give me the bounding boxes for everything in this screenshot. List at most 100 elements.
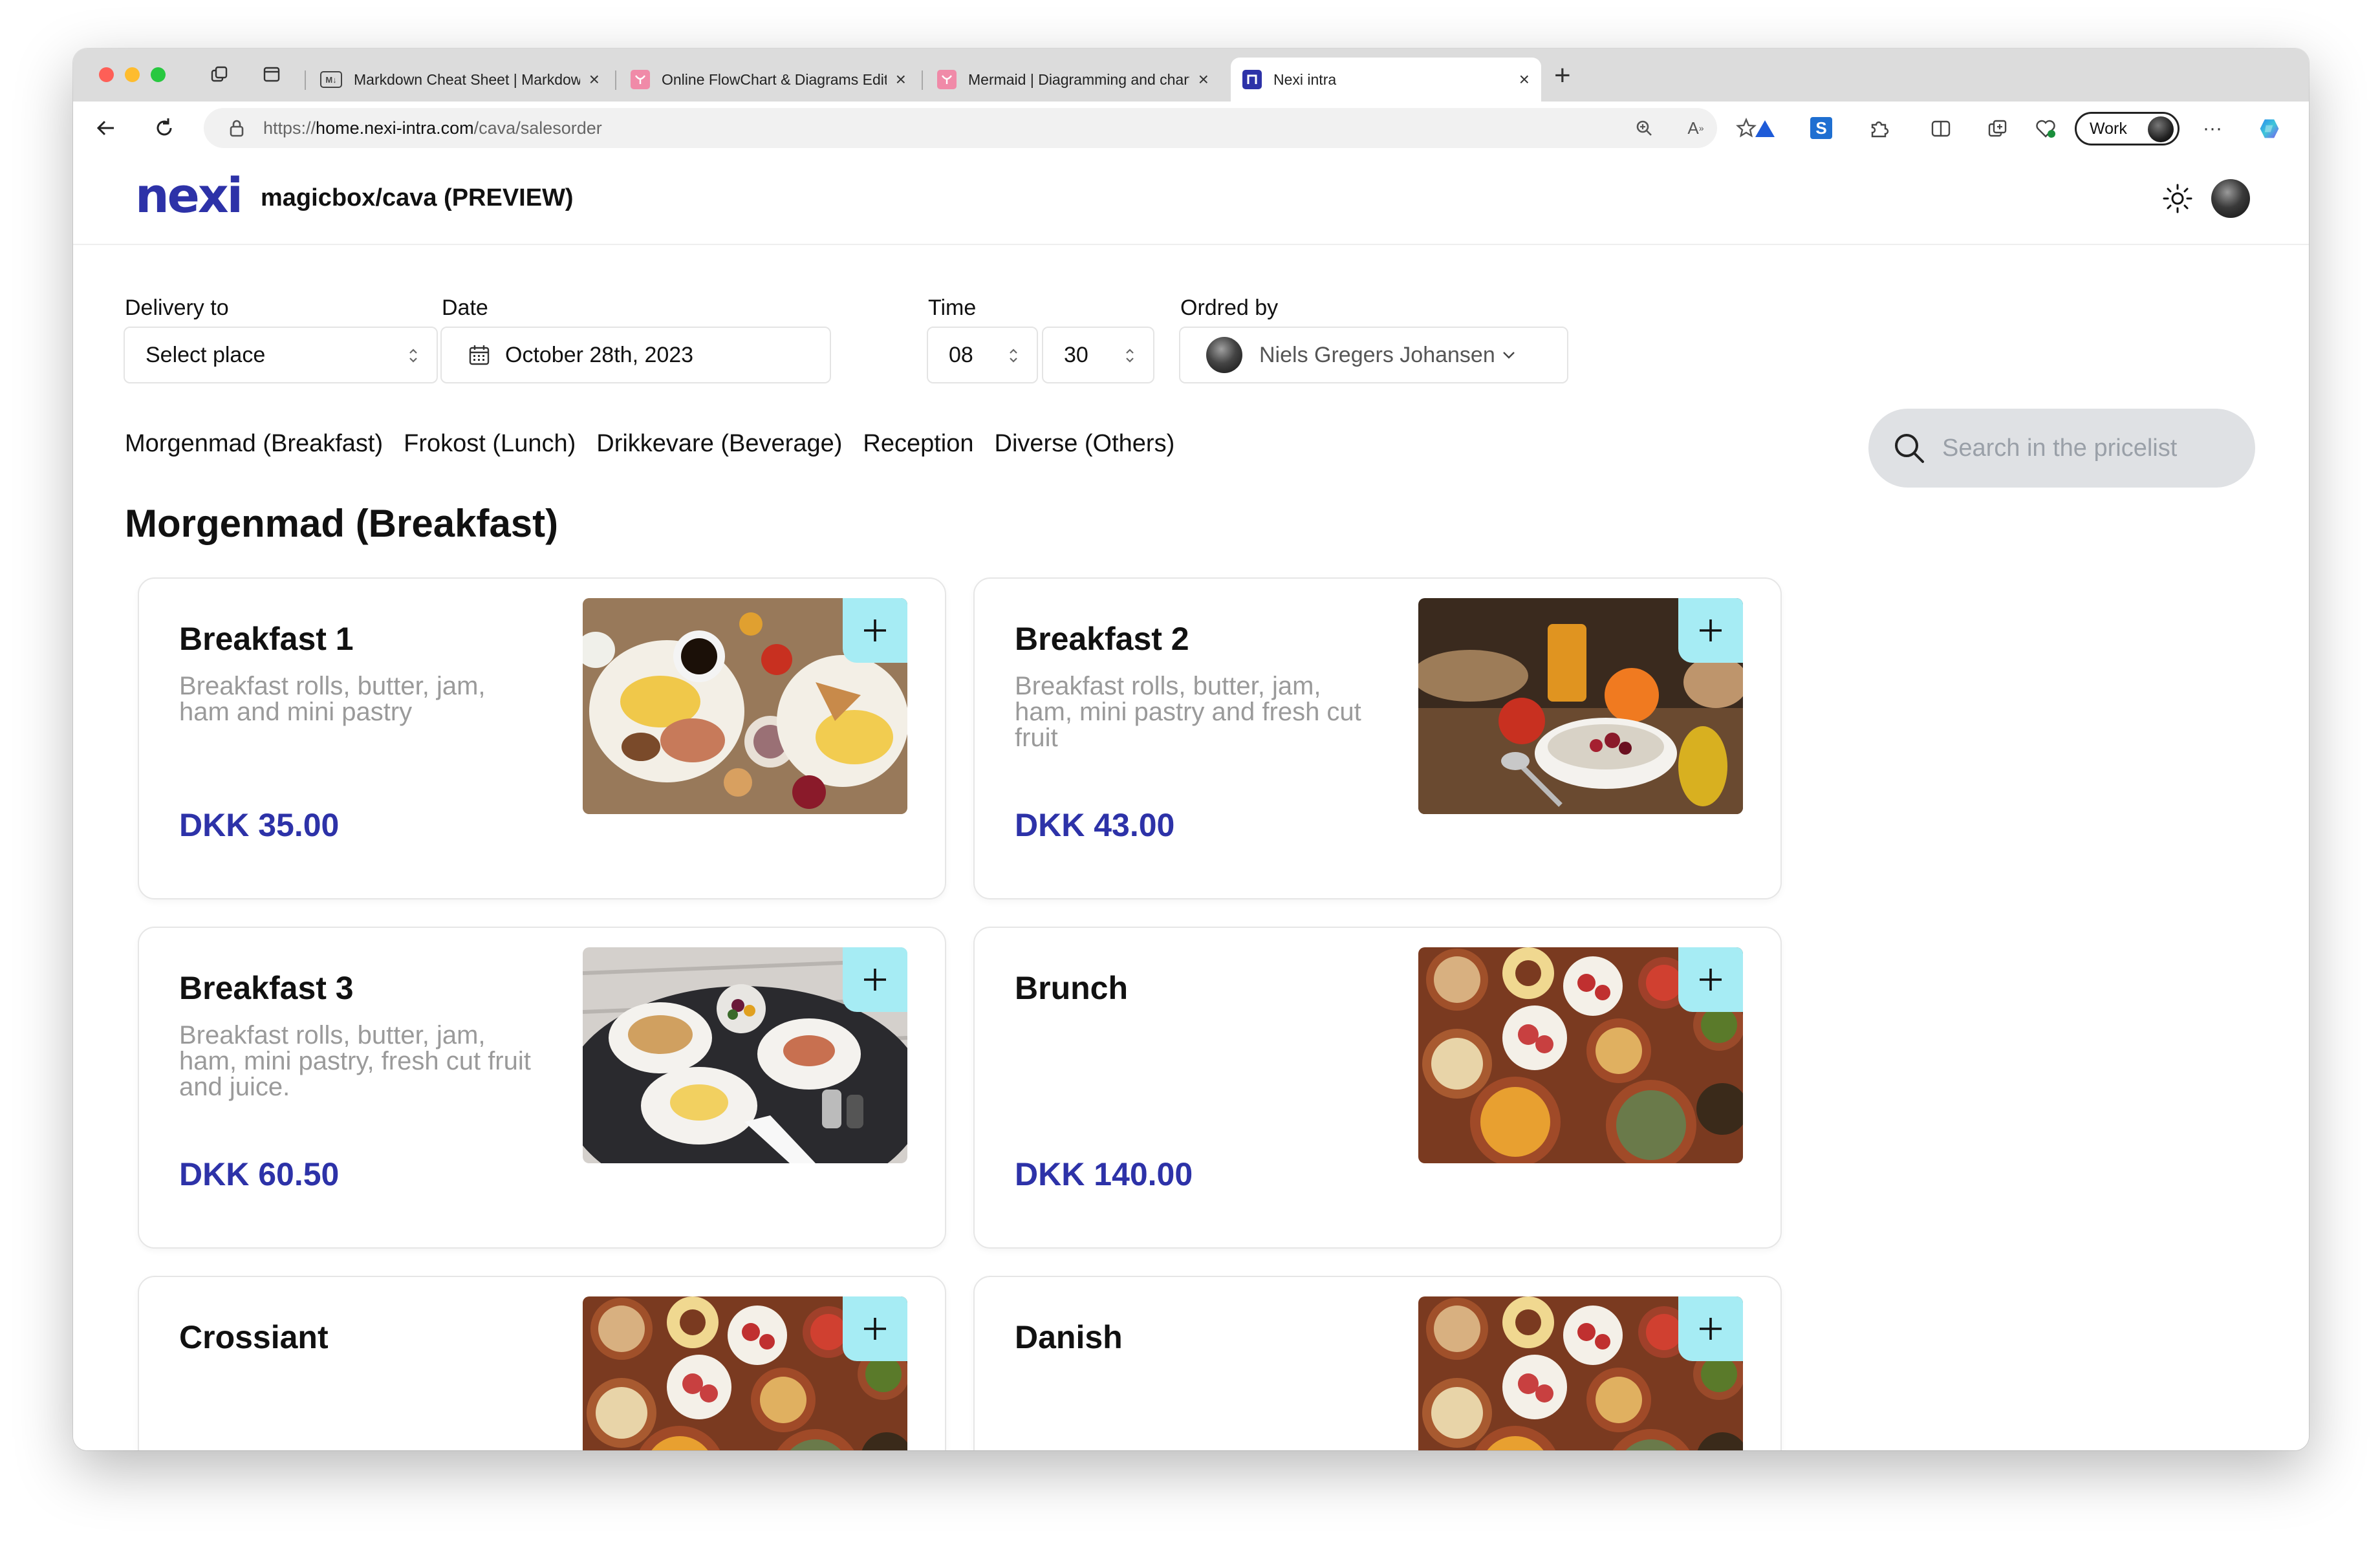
- close-window-button[interactable]: [99, 67, 114, 82]
- chevron-updown-icon: [409, 349, 417, 363]
- avatar: [1206, 337, 1242, 373]
- lock-icon[interactable]: [227, 118, 246, 138]
- product-card[interactable]: Breakfast 1 Breakfast rolls, butter, jam…: [138, 577, 946, 899]
- s-extension-icon[interactable]: S: [1810, 117, 1832, 139]
- chevron-down-icon: [1502, 352, 1515, 359]
- category-tabs: Morgenmad (Breakfast) Frokost (Lunch) Dr…: [125, 430, 1174, 458]
- reload-button[interactable]: [149, 113, 179, 143]
- search-icon: [1895, 434, 1924, 463]
- close-icon[interactable]: ×: [1198, 69, 1209, 90]
- add-to-order-button[interactable]: [843, 947, 907, 1012]
- tab-reception[interactable]: Reception: [863, 430, 973, 458]
- tab-separator: [922, 70, 923, 90]
- copilot-icon[interactable]: [2258, 117, 2281, 140]
- product-name: Brunch: [1015, 970, 1128, 1006]
- delivery-select[interactable]: Select place: [124, 327, 438, 383]
- app-header: nexi magicbox/cava (PREVIEW): [73, 155, 2309, 245]
- tab-nexi-intra[interactable]: Nexi intra ×: [1231, 58, 1541, 102]
- new-tab-button[interactable]: +: [1554, 61, 1571, 90]
- avatar: [2148, 116, 2174, 142]
- zoom-icon[interactable]: [1633, 117, 1655, 139]
- product-card[interactable]: Danish: [973, 1276, 1782, 1450]
- product-card[interactable]: Breakfast 3 Breakfast rolls, butter, jam…: [138, 927, 946, 1249]
- product-grid: Breakfast 1 Breakfast rolls, butter, jam…: [138, 577, 1858, 1450]
- product-name: Crossiant: [179, 1319, 329, 1355]
- nexi-intra-icon: [1242, 70, 1262, 89]
- browser-window: M↓ Markdown Cheat Sheet | Markdown Guide…: [73, 48, 2309, 1450]
- close-icon[interactable]: ×: [589, 69, 600, 90]
- product-name: Breakfast 2: [1015, 621, 1189, 657]
- pricelist-search[interactable]: [1868, 409, 2255, 488]
- tab-online-flowchart[interactable]: Online FlowChart & Diagrams Editor ×: [619, 58, 918, 102]
- minimize-window-button[interactable]: [125, 67, 140, 82]
- back-button[interactable]: [91, 113, 121, 143]
- time-label: Time: [928, 296, 977, 320]
- url-text: https://home.nexi-intra.com/cava/salesor…: [263, 118, 602, 138]
- minute-select[interactable]: 30: [1042, 327, 1154, 383]
- address-bar[interactable]: https://home.nexi-intra.com/cava/salesor…: [204, 108, 1757, 148]
- product-price: DKK 140.00: [1015, 1156, 1193, 1192]
- tab-separator: [305, 70, 306, 90]
- plus-icon: [1700, 619, 1722, 641]
- tab-others[interactable]: Diverse (Others): [995, 430, 1175, 458]
- product-name: Breakfast 3: [179, 970, 354, 1006]
- tab-mermaid[interactable]: Mermaid | Diagramming and charting tool …: [925, 58, 1220, 102]
- date-label: Date: [442, 296, 488, 320]
- markdown-icon: M↓: [320, 71, 342, 88]
- page-content: nexi magicbox/cava (PREVIEW) Delivery to…: [73, 155, 2309, 1450]
- mermaid-icon: [631, 70, 650, 89]
- add-to-order-button[interactable]: [843, 1296, 907, 1361]
- hour-select[interactable]: 08: [927, 327, 1038, 383]
- add-to-order-button[interactable]: [843, 598, 907, 663]
- plus-icon: [1700, 1318, 1722, 1340]
- more-options-icon[interactable]: ···: [2201, 117, 2224, 140]
- product-description: Breakfast rolls, butter, jam, ham and mi…: [179, 672, 486, 726]
- product-name: Breakfast 1: [179, 621, 354, 657]
- plus-icon: [864, 619, 886, 641]
- extensions-puzzle-icon[interactable]: [1867, 117, 1890, 140]
- tab-lunch[interactable]: Frokost (Lunch): [404, 430, 576, 458]
- product-card[interactable]: Breakfast 2 Breakfast rolls, butter, jam…: [973, 577, 1782, 899]
- product-price: DKK 35.00: [179, 807, 340, 843]
- product-price: DKK 43.00: [1015, 807, 1175, 843]
- chevron-updown-icon: [1010, 349, 1017, 363]
- product-card[interactable]: Crossiant: [138, 1276, 946, 1450]
- product-price: DKK 60.50: [179, 1156, 340, 1192]
- drive-extension-icon[interactable]: [1753, 117, 1777, 140]
- product-card[interactable]: Brunch DKK 140.00: [973, 927, 1782, 1249]
- read-aloud-icon[interactable]: A»: [1685, 117, 1707, 139]
- close-icon[interactable]: ×: [1519, 69, 1530, 90]
- ordered-by-select[interactable]: Niels Gregers Johansen: [1179, 327, 1568, 383]
- add-to-order-button[interactable]: [1678, 947, 1743, 1012]
- search-input[interactable]: [1941, 433, 2222, 463]
- plus-icon: [1700, 969, 1722, 991]
- sun-icon[interactable]: [2159, 180, 2196, 217]
- mermaid-icon: [937, 70, 957, 89]
- product-description: Breakfast rolls, butter, jam, ham, mini …: [1015, 672, 1361, 752]
- section-title: Morgenmad (Breakfast): [125, 502, 559, 545]
- product-name: Danish: [1015, 1319, 1123, 1355]
- delivery-label: Delivery to: [125, 296, 229, 320]
- tab-beverage[interactable]: Drikkevare (Beverage): [596, 430, 842, 458]
- zoom-window-button[interactable]: [151, 67, 166, 82]
- profile-button[interactable]: Work: [2075, 112, 2180, 145]
- add-to-order-button[interactable]: [1678, 598, 1743, 663]
- calendar-icon: [469, 345, 490, 365]
- product-description: Breakfast rolls, butter, jam, ham, mini …: [179, 1021, 531, 1101]
- date-picker[interactable]: October 28th, 2023: [440, 327, 831, 383]
- tab-markdown-cheat-sheet[interactable]: M↓ Markdown Cheat Sheet | Markdown Guide…: [308, 58, 611, 102]
- tab-breakfast[interactable]: Morgenmad (Breakfast): [125, 430, 383, 458]
- user-avatar[interactable]: [2211, 179, 2250, 218]
- browser-essentials-icon[interactable]: [2034, 117, 2057, 140]
- add-to-order-button[interactable]: [1678, 1296, 1743, 1361]
- nexi-logo[interactable]: nexi: [135, 170, 243, 222]
- tab-actions-icon[interactable]: [261, 63, 283, 85]
- tab-separator: [615, 70, 616, 90]
- close-icon[interactable]: ×: [896, 69, 906, 90]
- collections-icon[interactable]: [1986, 117, 2009, 140]
- workspaces-icon[interactable]: [209, 63, 231, 85]
- tab-strip: M↓ Markdown Cheat Sheet | Markdown Guide…: [73, 48, 2309, 102]
- split-screen-icon[interactable]: [1929, 117, 1953, 140]
- chevron-updown-icon: [1126, 349, 1134, 363]
- app-title: magicbox/cava (PREVIEW): [261, 184, 574, 211]
